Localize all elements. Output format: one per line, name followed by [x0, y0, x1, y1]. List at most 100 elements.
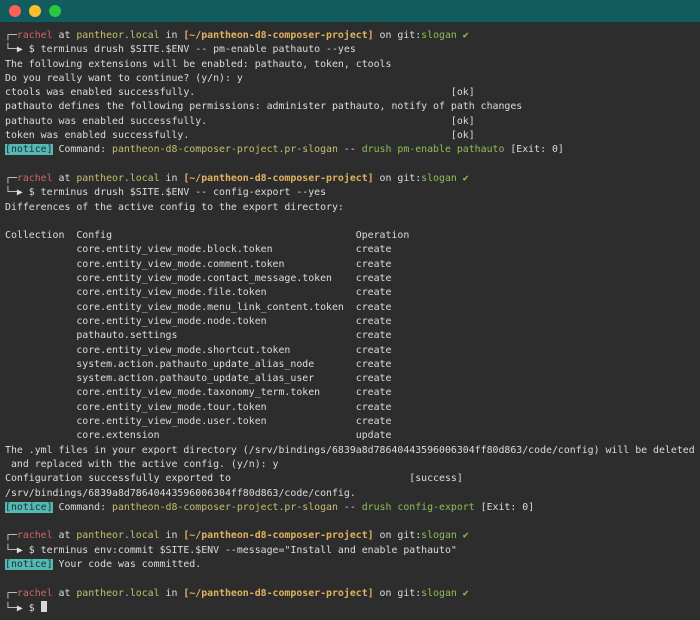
prompt-connector: ┌─ [5, 30, 17, 41]
config-name: system.action.pathauto_update_alias_node [5, 358, 315, 370]
output-line: Differences of the active config to the … [5, 201, 700, 215]
table-row: system.action.pathauto_update_alias_node… [5, 358, 700, 372]
git-branch: slogan [421, 587, 457, 599]
git-clean-check-icon: ✔ [456, 530, 469, 542]
text-segment: and replaced with the active config. (y/… [5, 458, 279, 470]
git-clean-check-icon: ✔ [456, 587, 469, 599]
table-row: core.entity_view_mode.user.token create [5, 415, 700, 429]
operation: create [314, 373, 392, 385]
operation: create [177, 330, 392, 342]
git-branch: slogan [421, 172, 457, 184]
operation: create [266, 401, 392, 413]
notice-line: [notice] Your code was committed. [5, 558, 700, 572]
text-segment: token was enabled successfully. [5, 130, 190, 142]
git-label: git: [397, 530, 422, 542]
notice-badge: [notice] [5, 144, 53, 156]
exit-code: [Exit: 0] [474, 501, 535, 513]
text-segment: The .yml files in your export directory … [5, 444, 695, 456]
user-name: rachel [16, 530, 53, 542]
config-name: core.entity_view_mode.file.token [5, 287, 267, 299]
window-titlebar [0, 0, 700, 22]
prompt-line: ┌─rachel at pantheor.local in [~/pantheo… [5, 172, 700, 186]
text-segment: on [373, 530, 398, 542]
git-label: git: [397, 587, 422, 599]
user-name: rachel [16, 172, 53, 184]
prompt-connector: ┌─ [5, 530, 17, 542]
operation: create [320, 387, 392, 399]
exit-code: [Exit: 0] [504, 144, 564, 156]
table-row: core.entity_view_mode.contact_message.to… [5, 272, 700, 286]
close-button[interactable] [9, 5, 21, 17]
command-text: terminus drush $SITE.$ENV -- pm-enable p… [40, 44, 356, 56]
text-segment: in [159, 587, 184, 599]
table-row: core.extension update [5, 429, 700, 443]
prompt-line: ┌─rachel at pantheor.local in [~/pantheo… [5, 529, 700, 543]
status-line: token was enabled successfully. [ok] [5, 129, 700, 143]
text-segment: Command: [52, 144, 113, 156]
config-name: core.entity_view_mode.shortcut.token [5, 344, 291, 356]
table-header: Collection Config Operation [5, 229, 700, 243]
drush-command: drush config-export [361, 501, 475, 513]
minimize-button[interactable] [29, 5, 41, 17]
text-segment: on [373, 172, 398, 184]
operation: create [332, 273, 392, 285]
col-config: Config [64, 230, 113, 242]
zoom-button[interactable] [49, 5, 61, 17]
terminal-cursor[interactable] [40, 600, 47, 612]
operation: create [284, 258, 392, 270]
text-segment: in [159, 172, 184, 184]
config-name: core.entity_view_mode.tour.token [5, 401, 267, 413]
text-segment: The following extensions will be enabled… [5, 58, 392, 70]
text-segment: -- [337, 501, 362, 513]
prompt-symbol: └─▶ $ [5, 187, 41, 199]
text-segment: Configuration successfully exported to [5, 473, 231, 485]
cwd-path: [~/pantheon-d8-composer-project] [183, 172, 374, 184]
git-branch: slogan [421, 530, 457, 542]
command-line: └─▶ $ terminus drush $SITE.$ENV -- pm-en… [5, 43, 700, 57]
table-row: pathauto.settings create [5, 329, 700, 343]
table-row: core.entity_view_mode.taxonomy_term.toke… [5, 386, 700, 400]
operation: create [272, 244, 392, 256]
text-segment: pathauto was enabled successfully. [5, 115, 208, 127]
cwd-path: [~/pantheon-d8-composer-project] [183, 30, 374, 41]
command-line: └─▶ $ terminus drush $SITE.$ENV -- confi… [5, 186, 700, 200]
operation: update [159, 430, 392, 442]
command-text: terminus env:commit $SITE.$ENV --message… [40, 544, 457, 556]
config-name: core.entity_view_mode.comment.token [5, 258, 285, 270]
prompt-connector: ┌─ [5, 172, 17, 184]
command-line: └─▶ $ [5, 600, 700, 616]
config-name: core.extension [5, 430, 160, 442]
question-line: and replaced with the active config. (y/… [5, 458, 700, 472]
text-segment: at [52, 30, 77, 41]
text-segment: at [52, 587, 77, 599]
terminal-output[interactable]: ┌─rachel at pantheor.local in [~/pantheo… [0, 22, 700, 620]
text-segment: at [52, 172, 77, 184]
cwd-path: [~/pantheon-d8-composer-project] [183, 530, 374, 542]
site-env: pantheon-d8-composer-project.pr-slogan [112, 144, 338, 156]
host-name: pantheor.local [76, 30, 160, 41]
config-name: core.entity_view_mode.contact_message.to… [5, 273, 332, 285]
user-name: rachel [16, 30, 53, 41]
cwd-path: [~/pantheon-d8-composer-project] [183, 587, 374, 599]
ok-badge: [ok] [189, 130, 475, 142]
config-name: core.entity_view_mode.block.token [5, 244, 273, 256]
col-operation: Operation [112, 230, 410, 242]
notice-badge: [notice] [5, 501, 53, 513]
operation: create [314, 358, 392, 370]
text-segment: -- [337, 144, 362, 156]
text-segment: pathauto defines the following permissio… [5, 101, 523, 113]
config-name: core.entity_view_mode.user.token [5, 416, 267, 428]
table-row: system.action.pathauto_update_alias_user… [5, 372, 700, 386]
host-name: pantheor.local [76, 587, 160, 599]
prompt-symbol: └─▶ $ [5, 44, 41, 56]
text-segment: on [373, 30, 398, 41]
drush-command: drush pm-enable pathauto [361, 144, 505, 156]
config-name: core.entity_view_mode.node.token [5, 315, 267, 327]
text-segment: Do you really want to continue? (y/n): y [5, 72, 243, 84]
table-row: core.entity_view_mode.tour.token create [5, 401, 700, 415]
text-segment: ctools was enabled successfully. [5, 87, 196, 99]
text-segment: in [159, 30, 184, 41]
